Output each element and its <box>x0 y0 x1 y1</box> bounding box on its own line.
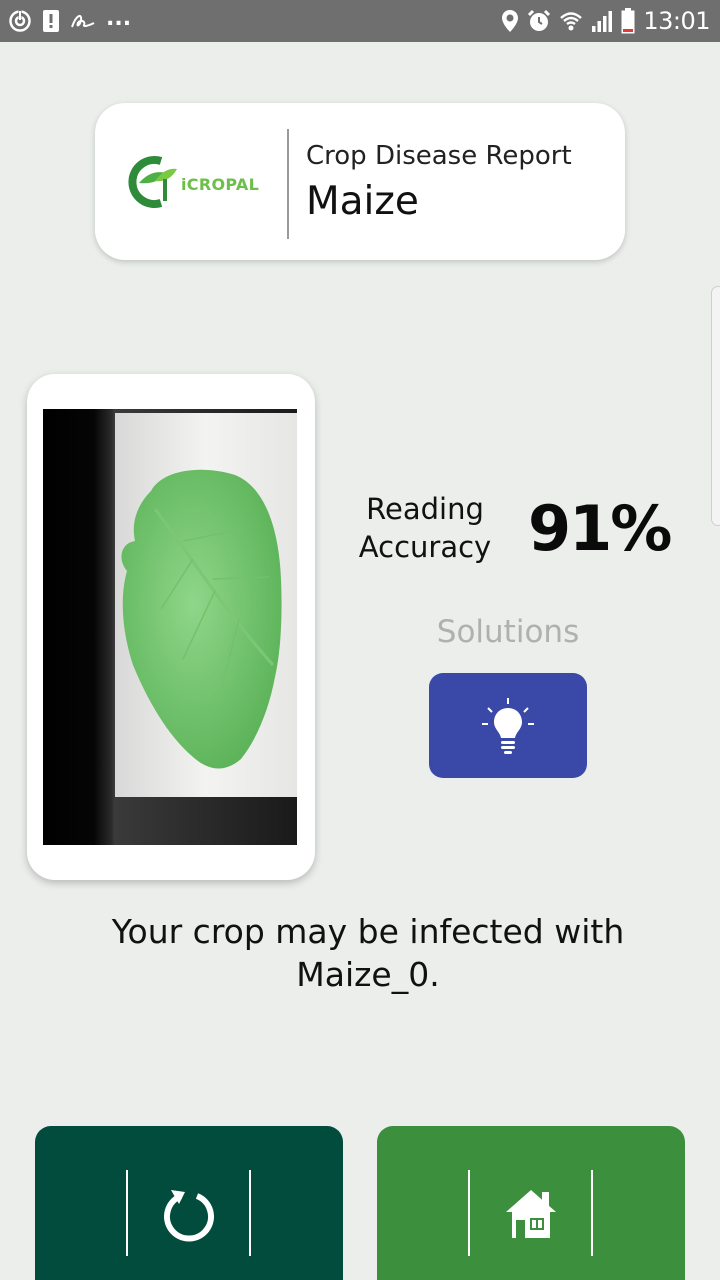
side-panel-handle[interactable] <box>711 286 720 526</box>
divider-line <box>126 1170 128 1256</box>
refresh-icon <box>157 1182 221 1246</box>
reading-accuracy-value: 91% <box>528 492 672 565</box>
crop-leaf-photo <box>43 409 297 845</box>
location-icon <box>501 9 519 33</box>
signature-icon <box>70 11 96 31</box>
icropal-logo: iCROPAL <box>121 153 271 213</box>
sync-icon <box>8 9 32 33</box>
signal-icon <box>591 9 613 33</box>
home-icon <box>499 1182 563 1246</box>
report-subtitle: Crop Disease Report <box>306 141 572 171</box>
report-header-card: iCROPAL Crop Disease Report Maize <box>95 103 625 260</box>
diagnosis-message: Your crop may be infected with Maize_0. <box>111 912 625 994</box>
header-divider <box>287 129 289 239</box>
alert-icon <box>42 9 60 33</box>
logo-leaf-icon <box>128 156 177 208</box>
crop-photo-card <box>27 374 315 880</box>
crop-name-title: Maize <box>306 179 419 224</box>
logo-text: iCROPAL <box>181 175 260 194</box>
alarm-icon <box>527 9 551 33</box>
divider-line <box>468 1170 470 1256</box>
home-button[interactable] <box>377 1126 685 1280</box>
battery-icon <box>621 8 635 34</box>
status-time: 13:01 <box>643 7 710 35</box>
reading-accuracy-label: Reading Accuracy <box>358 492 492 564</box>
more-notifications-icon: ... <box>106 5 132 31</box>
retry-button[interactable] <box>35 1126 343 1280</box>
solutions-label: Solutions <box>436 614 580 650</box>
status-bar: ... 13:01 <box>0 0 720 42</box>
divider-line <box>249 1170 251 1256</box>
lightbulb-icon <box>482 697 534 754</box>
solutions-button[interactable] <box>429 673 587 778</box>
wifi-icon <box>559 9 583 33</box>
status-bar-right: 13:01 <box>501 7 710 35</box>
divider-line <box>591 1170 593 1256</box>
status-bar-left: ... <box>8 5 132 35</box>
